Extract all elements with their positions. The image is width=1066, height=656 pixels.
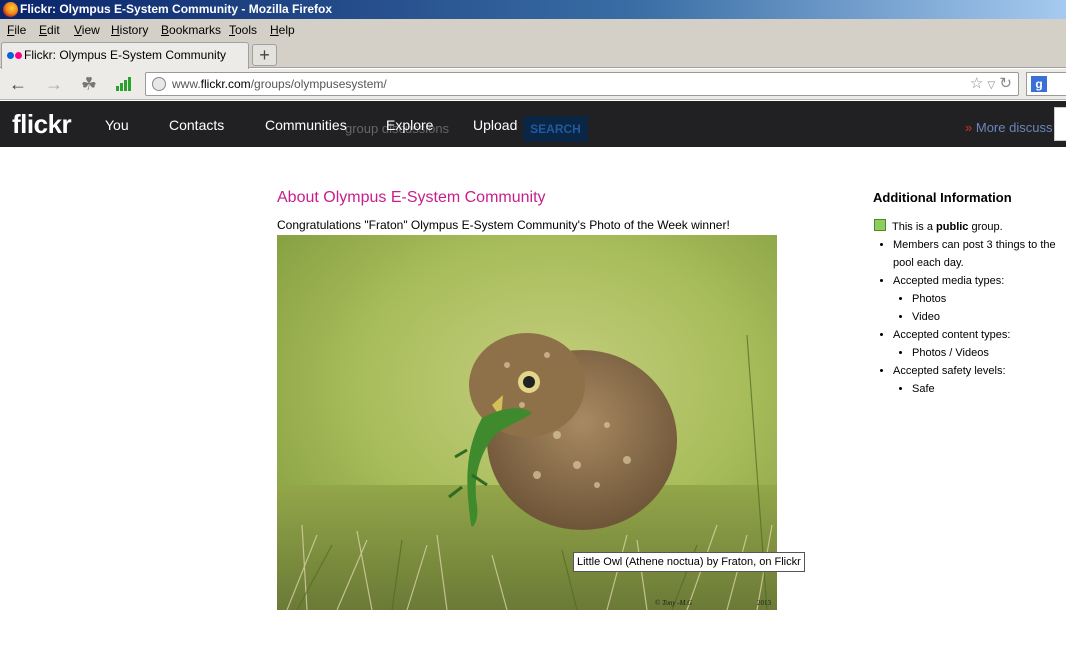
list-item: Accepted media types: Photos Video — [893, 272, 1066, 326]
flickr-logo[interactable]: flickr — [12, 109, 72, 140]
tab-title: Flickr: Olympus E-System Community — [24, 48, 227, 62]
menu-edit[interactable]: Edit — [39, 19, 60, 41]
list-item: Members can post 3 things to the pool ea… — [893, 236, 1066, 272]
photo-watermark: © Tony -M.G — [655, 599, 692, 607]
list-item: Accepted content types: Photos / Videos — [893, 326, 1066, 362]
safety-levels-label: Accepted safety levels: — [893, 365, 1006, 377]
addons-icon[interactable]: ☘ — [77, 73, 101, 95]
forward-arrow-icon[interactable]: → — [42, 73, 66, 95]
search-button[interactable]: SEARCH — [523, 116, 588, 142]
photo-tooltip: Little Owl (Athene noctua) by Fraton, on… — [573, 552, 805, 572]
menu-tools[interactable]: Tools — [229, 19, 257, 41]
list-item: Video — [912, 308, 1066, 326]
window-title-bar: Flickr: Olympus E-System Community - Moz… — [0, 0, 1066, 19]
group-rules-list: Members can post 3 things to the pool ea… — [873, 236, 1066, 398]
more-discussions-label: More discuss — [975, 120, 1053, 135]
url-bar[interactable]: www.flickr.com/groups/olympusesystem/ ☆ … — [145, 72, 1019, 96]
content-types-label: Accepted content types: — [893, 329, 1011, 341]
additional-info-panel: This is a public group. Members can post… — [873, 218, 1066, 398]
list-item: Photos / Videos — [912, 344, 1066, 362]
url-prefix: www. — [172, 77, 201, 91]
header-search-input[interactable] — [1054, 107, 1066, 141]
photo-year: 2013 — [757, 599, 772, 607]
dropdown-arrow-icon[interactable]: ▽ — [988, 80, 996, 91]
reload-icon[interactable]: ↻ — [999, 75, 1012, 92]
nav-you[interactable]: You — [105, 117, 129, 133]
signal-bars-icon[interactable] — [116, 77, 132, 91]
public-square-icon — [874, 219, 886, 231]
photo-of-week-text: Congratulations "Fraton" Olympus E-Syste… — [277, 218, 730, 232]
public-word: public — [936, 221, 969, 233]
public-prefix: This is a — [892, 221, 933, 233]
more-arrow-icon: » — [965, 120, 973, 135]
google-icon[interactable]: g — [1031, 76, 1047, 92]
media-types-label: Accepted media types: — [893, 275, 1005, 287]
menu-bar: File Edit View History Bookmarks Tools H… — [0, 19, 1066, 41]
back-arrow-icon[interactable]: ← — [6, 73, 30, 95]
list-item: Safe — [912, 380, 1066, 398]
new-tab-button[interactable]: + — [252, 44, 277, 66]
more-discussions-link[interactable]: » More discuss — [965, 120, 1052, 135]
url-domain: flickr.com — [200, 77, 251, 91]
flickr-favicon-icon — [7, 52, 23, 59]
url-bar-actions: ☆ ▽ ↻ — [970, 73, 1012, 97]
menu-view[interactable]: View — [74, 19, 100, 41]
menu-file[interactable]: File — [7, 19, 26, 41]
nav-explore[interactable]: Explore — [386, 117, 433, 133]
additional-info-title: Additional Information — [873, 190, 1012, 205]
tab-flickr-group[interactable]: Flickr: Olympus E-System Community — [1, 42, 249, 69]
menu-bookmarks[interactable]: Bookmarks — [161, 19, 221, 41]
window-title: Flickr: Olympus E-System Community - Moz… — [20, 2, 333, 16]
nav-upload[interactable]: Upload — [473, 117, 517, 133]
url-path: /groups/olympusesystem/ — [250, 77, 387, 91]
menu-history[interactable]: History — [111, 19, 148, 41]
nav-contacts[interactable]: Contacts — [169, 117, 224, 133]
search-engine-box[interactable]: g — [1026, 72, 1066, 96]
tab-strip: Flickr: Olympus E-System Community + — [0, 41, 1066, 69]
list-item: Accepted safety levels: Safe — [893, 362, 1066, 398]
about-title: About Olympus E-System Community — [277, 189, 546, 206]
menu-help[interactable]: Help — [270, 19, 295, 41]
flickr-header: flickr group discussions You Contacts Co… — [0, 101, 1066, 147]
public-group-row: This is a public group. — [873, 218, 1066, 236]
list-item: Photos — [912, 290, 1066, 308]
firefox-icon — [3, 2, 18, 17]
bookmark-star-icon[interactable]: ☆ — [970, 75, 983, 92]
navigation-bar: ← → ☘ www.flickr.com/groups/olympusesyst… — [0, 69, 1066, 100]
globe-icon — [152, 77, 166, 91]
public-suffix: group. — [971, 221, 1003, 233]
nav-communities[interactable]: Communities — [265, 117, 347, 133]
